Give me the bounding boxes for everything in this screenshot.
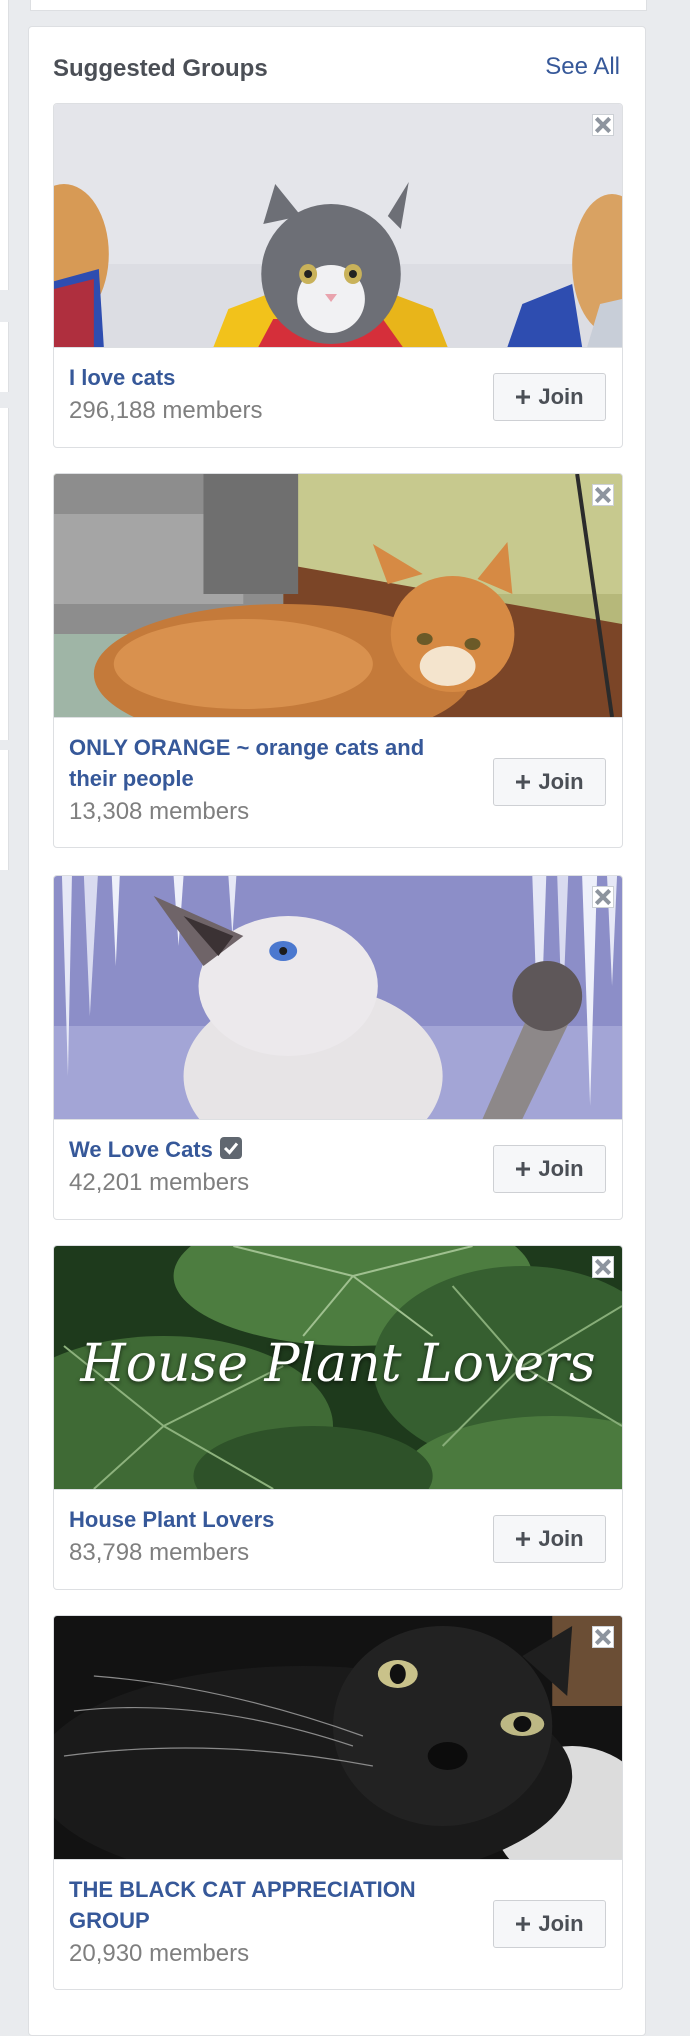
join-button-label: Join	[538, 1911, 584, 1936]
plus-icon	[516, 390, 531, 404]
join-button[interactable]: Join	[493, 1145, 606, 1193]
member-count: 20,930 members	[69, 1940, 250, 1967]
plus-icon	[516, 1162, 531, 1176]
left-card-edge	[0, 408, 9, 740]
join-button[interactable]: Join	[493, 758, 606, 806]
group-cover-image[interactable]	[54, 1616, 622, 1859]
group-card: THE BLACK CAT APPRECIATION GROUP 20,930 …	[53, 1615, 623, 1990]
left-card-edge	[0, 322, 9, 392]
join-button-label: Join	[538, 384, 584, 409]
join-button[interactable]: Join	[493, 1515, 606, 1563]
plus-icon	[516, 1917, 531, 1931]
group-cover-image[interactable]	[54, 876, 622, 1119]
left-card-edge	[0, 0, 9, 290]
join-button[interactable]: Join	[493, 1900, 606, 1948]
group-name-link[interactable]: House Plant Lovers	[69, 1504, 469, 1535]
group-info: We Love Cats 42,201 members Join	[54, 1119, 622, 1219]
previous-card-edge	[30, 0, 647, 11]
group-name-text: We Love Cats	[69, 1137, 213, 1162]
cover-overlay-title: House Plant Lovers	[80, 1334, 596, 1394]
orange-cat-photo	[54, 474, 622, 717]
group-info: I love cats 296,188 members Join	[54, 347, 622, 447]
page-gutter	[0, 0, 8, 2032]
close-icon[interactable]	[592, 886, 614, 908]
suggested-groups-panel: Suggested Groups See All I love cats 296…	[28, 26, 646, 2036]
member-count: 83,798 members	[69, 1539, 250, 1566]
group-name-link[interactable]: I love cats	[69, 362, 469, 393]
black-cat-photo	[54, 1616, 622, 1859]
plus-icon	[516, 775, 531, 789]
plus-icon	[516, 1532, 531, 1546]
close-icon[interactable]	[592, 484, 614, 506]
join-button[interactable]: Join	[493, 373, 606, 421]
group-info: House Plant Lovers 83,798 members Join	[54, 1489, 622, 1589]
checkbox-verified-icon	[219, 1137, 242, 1159]
close-icon[interactable]	[592, 114, 614, 136]
group-cover-image[interactable]: House Plant Lovers	[54, 1246, 622, 1489]
group-info: THE BLACK CAT APPRECIATION GROUP 20,930 …	[54, 1859, 622, 1989]
member-count: 296,188 members	[69, 397, 263, 424]
close-icon[interactable]	[592, 1256, 614, 1278]
group-card: ONLY ORANGE ~ orange cats and their peop…	[53, 473, 623, 848]
panel-header: Suggested Groups See All	[53, 49, 621, 89]
member-count: 42,201 members	[69, 1169, 250, 1196]
group-name-link[interactable]: ONLY ORANGE ~ orange cats and their peop…	[69, 732, 469, 794]
join-button-label: Join	[538, 1526, 584, 1551]
panel-title: Suggested Groups	[53, 55, 268, 82]
group-cover-image[interactable]	[54, 474, 622, 717]
cats-in-capes-photo	[54, 104, 622, 347]
join-button-label: Join	[538, 1156, 584, 1181]
group-card: House Plant Lovers House Plant Lovers 83…	[53, 1245, 623, 1590]
close-icon[interactable]	[592, 1626, 614, 1648]
see-all-link[interactable]: See All	[545, 53, 620, 81]
member-count: 13,308 members	[69, 798, 250, 825]
group-name-link[interactable]: We Love Cats	[69, 1134, 469, 1165]
group-card: We Love Cats 42,201 members Join	[53, 875, 623, 1220]
left-card-edge	[0, 750, 9, 870]
group-cover-image[interactable]	[54, 104, 622, 347]
siamese-cat-icicles-photo	[54, 876, 622, 1119]
group-card: I love cats 296,188 members Join	[53, 103, 623, 448]
group-name-link[interactable]: THE BLACK CAT APPRECIATION GROUP	[69, 1874, 469, 1936]
join-button-label: Join	[538, 769, 584, 794]
group-info: ONLY ORANGE ~ orange cats and their peop…	[54, 717, 622, 847]
